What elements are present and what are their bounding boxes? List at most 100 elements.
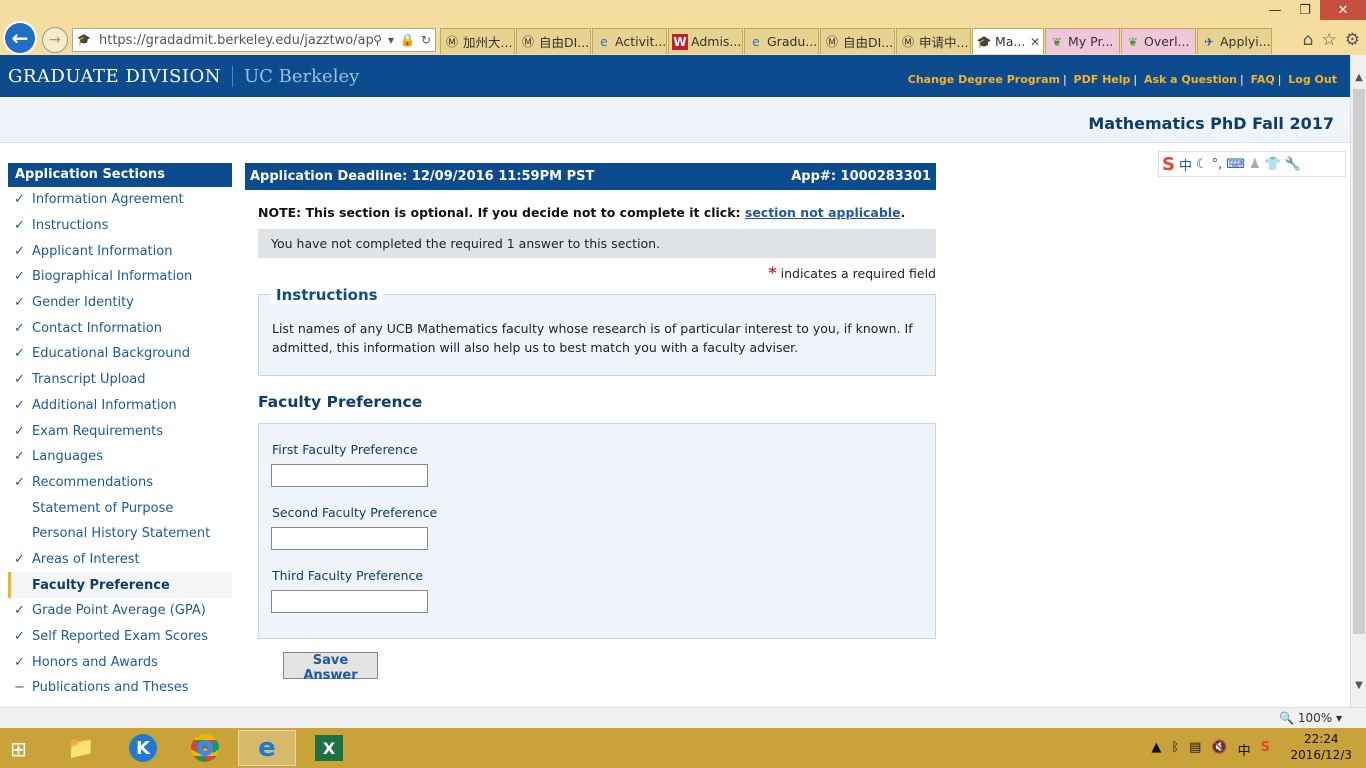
section-not-applicable-link[interactable]: section not applicable: [745, 205, 901, 220]
application-deadline: Application Deadline: 12/09/2016 11:59PM…: [250, 169, 595, 184]
ime-mode-toggle[interactable]: 中: [1179, 155, 1192, 174]
status-message: You have not completed the required 1 an…: [258, 229, 936, 258]
skin-shirt-icon[interactable]: 👕: [1265, 157, 1281, 172]
home-icon[interactable]: ⌂: [1303, 30, 1314, 50]
tab-9[interactable]: ❦ Overl...: [1121, 28, 1196, 54]
browser-chrome: — ❐ ✕ ← → 🎓 https://gradadmit.berkeley.e…: [0, 0, 1366, 55]
address-bar[interactable]: 🎓 https://gradadmit.berkeley.edu/jazztwo…: [72, 28, 436, 52]
punctuation-icon[interactable]: °,: [1212, 157, 1223, 172]
vertical-scrollbar[interactable]: ▲ ▼: [1350, 55, 1366, 707]
close-tab-icon[interactable]: ✕: [1030, 35, 1040, 49]
excel-icon[interactable]: X: [300, 730, 358, 766]
tab-0[interactable]: Ⓜ 加州大...: [440, 28, 515, 54]
minimize-icon[interactable]: —: [1260, 0, 1290, 20]
instructions-text: List names of any UCB Mathematics facult…: [272, 321, 913, 355]
sidebar-item-contact-information[interactable]: ✓ Contact Information: [8, 315, 232, 341]
windows-start-icon[interactable]: ⊞: [10, 737, 38, 761]
sidebar-item-areas-of-interest[interactable]: ✓ Areas of Interest: [8, 547, 232, 573]
keyboard-icon[interactable]: ⌨: [1226, 157, 1245, 172]
third-preference-input[interactable]: [271, 590, 428, 613]
sidebar-heading: Application Sections: [8, 163, 232, 187]
checkmark-icon: ✓: [14, 397, 25, 413]
close-window-icon[interactable]: ✕: [1320, 0, 1366, 20]
restore-icon[interactable]: ❐: [1290, 0, 1320, 20]
tab-10[interactable]: ✈ Applyi...: [1197, 28, 1272, 54]
sidebar-item-exam-requirements[interactable]: ✓ Exam Requirements: [8, 418, 232, 444]
sidebar-item-information-agreement[interactable]: ✓ Information Agreement: [8, 187, 232, 213]
clock[interactable]: 22:24 2016/12/3: [1290, 731, 1352, 763]
ime-toolbar: S 中 ☾ °, ⌨ ♟ 👕 🔧: [1158, 151, 1346, 177]
sidebar-item-additional-information[interactable]: ✓ Additional Information: [8, 393, 232, 419]
sidebar-item-instructions[interactable]: ✓ Instructions: [8, 213, 232, 239]
faq-link[interactable]: FAQ: [1251, 73, 1275, 86]
dropdown-icon[interactable]: ▾: [388, 33, 394, 47]
second-preference-input[interactable]: [271, 527, 428, 550]
m-logo-icon: Ⓜ: [901, 35, 914, 49]
zoom-level[interactable]: 🔍 100% ▾: [1279, 711, 1342, 725]
kuaipan-icon[interactable]: K: [114, 730, 172, 766]
sidebar-item-publications-and-theses[interactable]: − Publications and Theses: [8, 675, 232, 701]
leaf-icon: ❦: [1127, 34, 1139, 49]
sogou-logo-icon[interactable]: S: [1162, 154, 1175, 175]
scroll-down-icon[interactable]: ▼: [1351, 677, 1366, 693]
tab-3[interactable]: W Admis...: [668, 28, 743, 54]
wrench-icon[interactable]: 🔧: [1285, 157, 1301, 172]
tab-active[interactable]: 🎓 Ma... ✕: [972, 28, 1044, 54]
sidebar-item-faculty-preference[interactable]: Faculty Preference: [8, 572, 232, 598]
deadline-bar: Application Deadline: 12/09/2016 11:59PM…: [245, 163, 936, 190]
sidebar-item-biographical-information[interactable]: ✓ Biographical Information: [8, 264, 232, 290]
user-icon[interactable]: ♟: [1249, 157, 1261, 172]
tab-2[interactable]: e Activit...: [592, 28, 667, 54]
sidebar-item-languages[interactable]: ✓ Languages: [8, 444, 232, 470]
settings-gear-icon[interactable]: ⚙: [1345, 30, 1360, 50]
tab-1[interactable]: Ⓜ 自由DI...: [516, 28, 591, 54]
checkmark-icon: ✓: [14, 372, 25, 388]
tab-4[interactable]: e Gradu...: [744, 28, 819, 54]
volume-muted-icon[interactable]: 🔇: [1211, 740, 1227, 759]
first-preference-input[interactable]: [271, 464, 428, 487]
pdf-help-link[interactable]: PDF Help: [1074, 73, 1131, 86]
save-answer-button[interactable]: Save Answer: [283, 652, 378, 683]
bluetooth-icon[interactable]: ᛒ: [1171, 740, 1179, 759]
ask-question-link[interactable]: Ask a Question: [1144, 73, 1237, 86]
log-out-link[interactable]: Log Out: [1288, 73, 1337, 86]
internet-explorer-icon[interactable]: e: [238, 730, 296, 766]
faculty-preference-form: First Faculty Preference Second Faculty …: [258, 423, 936, 639]
sidebar-item-statement-of-purpose[interactable]: Statement of Purpose: [8, 495, 232, 521]
tray-expand-icon[interactable]: ▲: [1151, 740, 1161, 759]
tray-ime-indicator[interactable]: 中: [1238, 740, 1251, 759]
sidebar-item-applicant-information[interactable]: ✓ Applicant Information: [8, 238, 232, 264]
sidebar-item-gender-identity[interactable]: ✓ Gender Identity: [8, 290, 232, 316]
app-number: App#: 1000283301: [791, 169, 931, 184]
checkmark-icon: ✓: [14, 269, 25, 285]
file-explorer-icon[interactable]: 📁: [52, 730, 110, 766]
search-icon[interactable]: ⚲: [373, 33, 382, 47]
refresh-icon[interactable]: ↻: [421, 33, 431, 47]
third-preference-label: Third Faculty Preference: [272, 568, 424, 583]
dash-icon: −: [14, 680, 25, 696]
favorites-star-icon[interactable]: ☆: [1322, 30, 1337, 50]
scroll-up-icon[interactable]: ▲: [1351, 69, 1366, 85]
change-degree-program-link[interactable]: Change Degree Program: [908, 73, 1060, 86]
back-button[interactable]: ←: [3, 21, 37, 55]
checkmark-icon: ✓: [14, 629, 25, 645]
instructions-box: Instructions List names of any UCB Mathe…: [258, 286, 936, 376]
network-icon[interactable]: ▤: [1189, 740, 1201, 759]
chrome-icon[interactable]: [176, 730, 234, 766]
graduation-cap-icon: 🎓: [976, 34, 992, 49]
optional-note: NOTE: This section is optional. If you d…: [258, 205, 906, 220]
sidebar-item-transcript-upload[interactable]: ✓ Transcript Upload: [8, 367, 232, 393]
moon-icon[interactable]: ☾: [1196, 157, 1208, 172]
forward-button[interactable]: →: [42, 27, 68, 53]
sidebar-item-gpa[interactable]: ✓ Grade Point Average (GPA): [8, 598, 232, 624]
sidebar-item-educational-background[interactable]: ✓ Educational Background: [8, 341, 232, 367]
sidebar-item-personal-history-statement[interactable]: Personal History Statement: [8, 521, 232, 547]
sidebar-item-recommendations[interactable]: ✓ Recommendations: [8, 470, 232, 496]
sidebar-item-self-reported-exam-scores[interactable]: ✓ Self Reported Exam Scores: [8, 624, 232, 650]
sogou-tray-icon[interactable]: S: [1261, 740, 1270, 759]
tab-8[interactable]: ❦ My Pr...: [1045, 28, 1120, 54]
sidebar-item-honors-and-awards[interactable]: ✓ Honors and Awards: [8, 649, 232, 675]
scroll-thumb[interactable]: [1353, 89, 1365, 634]
tab-5[interactable]: Ⓜ 自由DI...: [820, 28, 895, 54]
tab-6[interactable]: Ⓜ 申请中...: [896, 28, 971, 54]
